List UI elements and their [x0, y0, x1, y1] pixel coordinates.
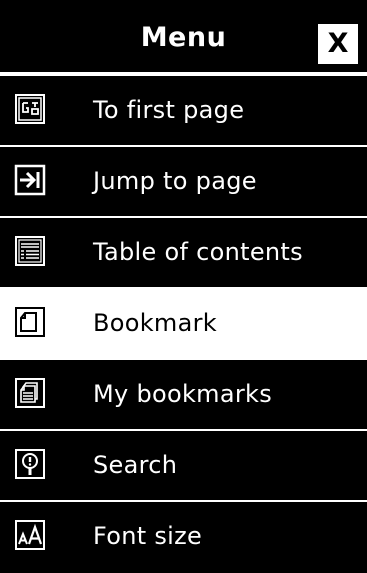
menu-header: Menu X [0, 0, 367, 74]
menu-item-label: Jump to page [93, 167, 257, 195]
menu-item-jump-to-page[interactable]: Jump to page [0, 145, 367, 216]
menu-item-font-size[interactable]: Font size [0, 500, 367, 571]
menu-title: Menu [140, 22, 227, 53]
table-of-contents-icon [15, 236, 45, 266]
menu-item-label: To first page [93, 96, 245, 124]
font-size-icon [15, 520, 45, 550]
menu-item-label: Bookmark [93, 309, 217, 337]
menu-item-label: My bookmarks [93, 380, 272, 408]
menu-item-label: Search [93, 451, 178, 479]
my-bookmarks-icon [15, 378, 45, 408]
first-page-icon [15, 94, 45, 124]
menu-item-search[interactable]: Search [0, 429, 367, 500]
menu-item-label: Font size [93, 522, 203, 550]
close-button[interactable]: X [318, 24, 358, 64]
menu-item-bookmark[interactable]: Bookmark [0, 287, 367, 358]
menu-item-table-of-contents[interactable]: Table of contents [0, 216, 367, 287]
jump-to-page-icon [14, 164, 46, 196]
reader-menu: Menu X To first page Jump to page Table [0, 0, 367, 571]
bookmark-icon [15, 307, 45, 337]
menu-item-my-bookmarks[interactable]: My bookmarks [0, 358, 367, 429]
search-icon [15, 449, 45, 479]
menu-item-label: Table of contents [93, 238, 303, 266]
menu-item-to-first-page[interactable]: To first page [0, 74, 367, 145]
